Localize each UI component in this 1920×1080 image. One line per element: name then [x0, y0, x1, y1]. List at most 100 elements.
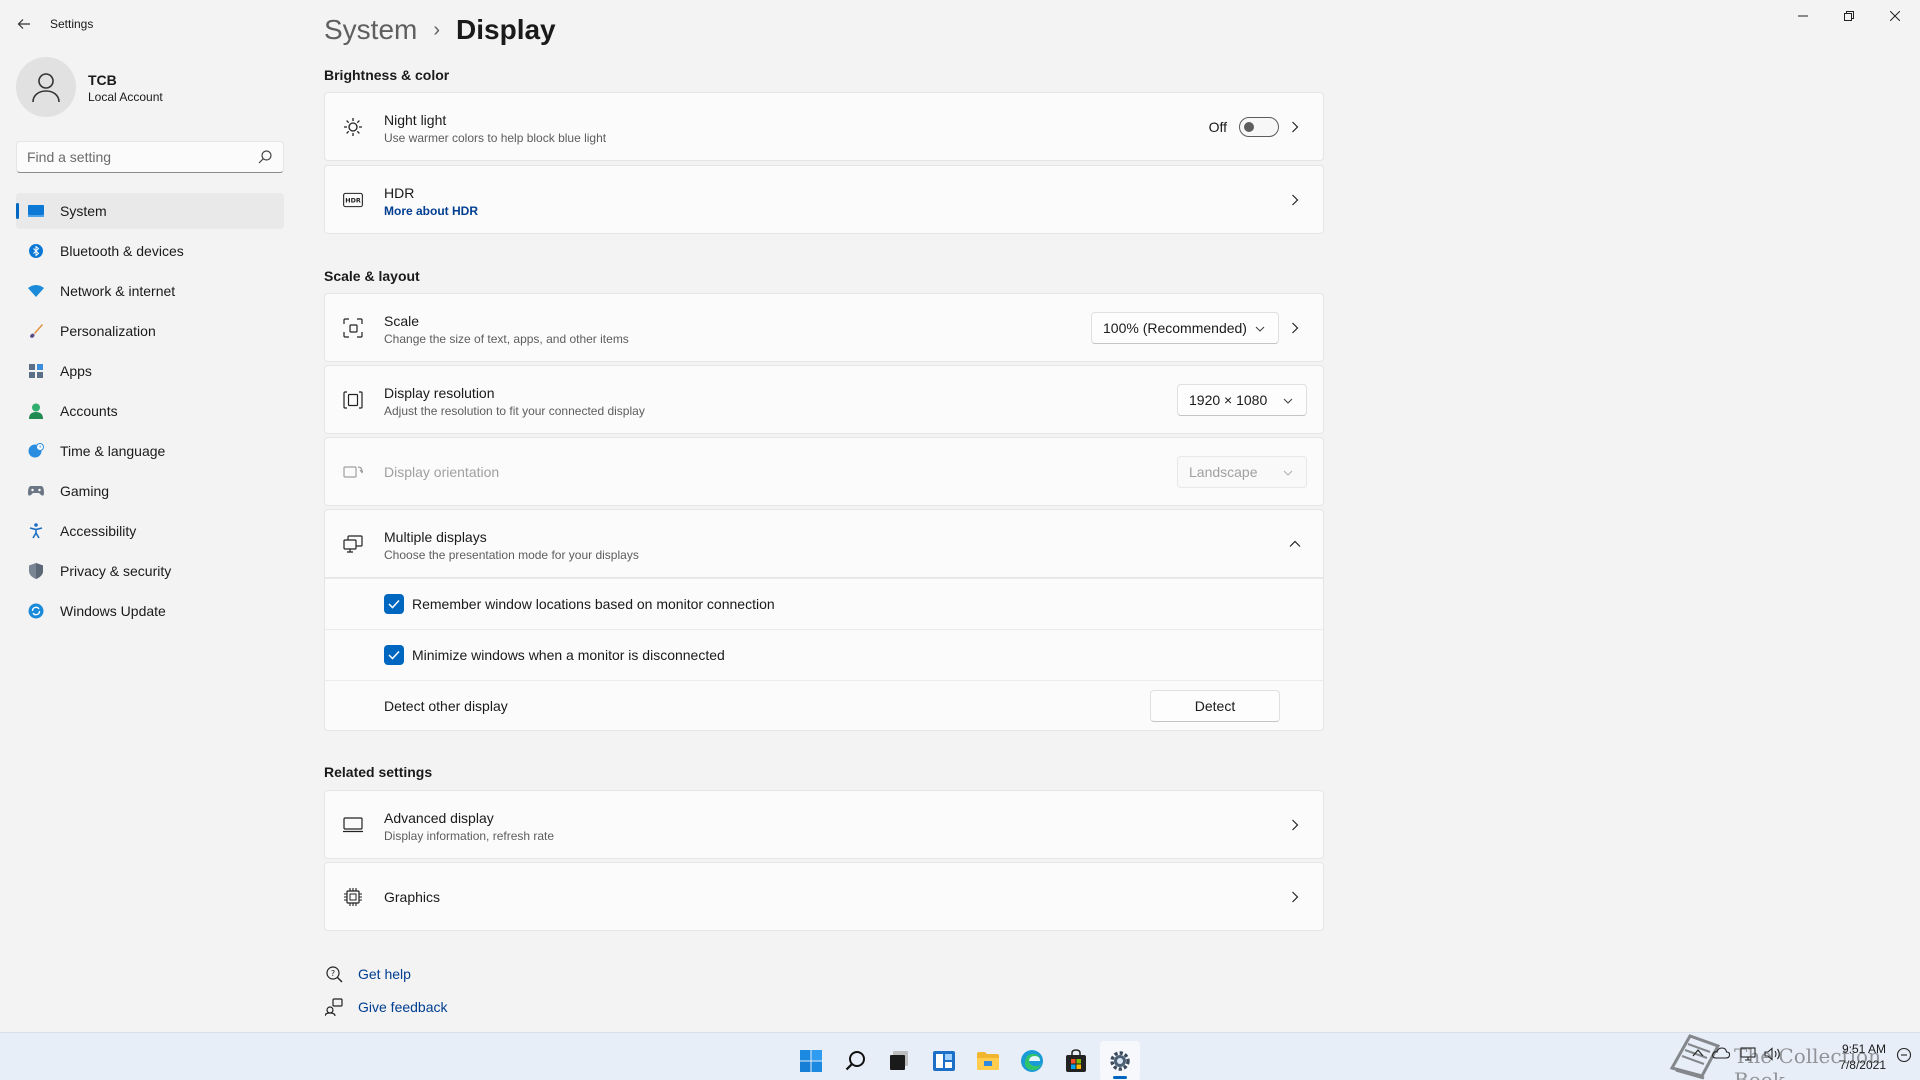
- chevron-right-icon[interactable]: [1289, 121, 1301, 133]
- advanced-display-row[interactable]: Advanced display Display information, re…: [324, 790, 1324, 859]
- hdr-title: HDR: [384, 185, 415, 201]
- sidebar-item-label: System: [60, 203, 107, 219]
- chevron-right-icon[interactable]: [1289, 819, 1301, 831]
- chevron-down-icon: [1283, 470, 1293, 476]
- chevron-right-icon[interactable]: [1289, 891, 1301, 903]
- taskbar-search-button[interactable]: [836, 1041, 876, 1080]
- chevron-right-icon[interactable]: [1289, 194, 1301, 206]
- toggle-knob: [1244, 122, 1254, 132]
- detect-other-display-label: Detect other display: [384, 698, 508, 714]
- file-explorer-button[interactable]: [968, 1041, 1008, 1080]
- sidebar-item-personalization[interactable]: Personalization: [16, 313, 284, 349]
- sidebar-item-label: Time & language: [60, 443, 166, 459]
- minimize-windows-checkbox[interactable]: [384, 645, 404, 665]
- give-feedback-link[interactable]: Give feedback: [324, 997, 448, 1017]
- chevron-down-icon: [1255, 326, 1265, 332]
- taskbar: 9:51 AM 7/8/2021: [0, 1032, 1920, 1080]
- minimize-button[interactable]: [1780, 0, 1826, 32]
- start-icon: [800, 1050, 822, 1072]
- search-icon[interactable]: [257, 149, 273, 165]
- feedback-icon: [324, 997, 344, 1017]
- night-light-state-label: Off: [1208, 119, 1227, 135]
- section-title-related: Related settings: [324, 764, 433, 780]
- minimize-windows-label[interactable]: Minimize windows when a monitor is disco…: [412, 647, 725, 663]
- orientation-dropdown[interactable]: Landscape: [1177, 456, 1307, 488]
- sidebar-item-windows-update[interactable]: Windows Update: [16, 593, 284, 629]
- sidebar-item-privacy-security[interactable]: Privacy & security: [16, 553, 284, 589]
- more-about-hdr-link[interactable]: More about HDR: [384, 204, 478, 218]
- search-input[interactable]: [17, 142, 247, 172]
- scale-row[interactable]: Scale Change the size of text, apps, and…: [324, 293, 1324, 362]
- sidebar-item-label: Personalization: [60, 323, 156, 339]
- breadcrumb: System › Display: [324, 10, 556, 50]
- night-light-row[interactable]: Night light Use warmer colors to help bl…: [324, 92, 1324, 161]
- sidebar-item-label: Privacy & security: [60, 563, 172, 579]
- multiple-displays-title: Multiple displays: [384, 529, 487, 545]
- give-feedback-label[interactable]: Give feedback: [358, 999, 448, 1015]
- back-button[interactable]: [10, 10, 38, 38]
- night-light-toggle[interactable]: [1239, 117, 1279, 137]
- close-button[interactable]: [1872, 0, 1918, 32]
- chevron-right-icon[interactable]: [1289, 322, 1301, 334]
- detect-button[interactable]: Detect: [1150, 690, 1280, 722]
- breadcrumb-parent[interactable]: System: [324, 14, 417, 46]
- chevron-up-icon[interactable]: [1289, 538, 1301, 550]
- sidebar-item-bluetooth[interactable]: Bluetooth & devices: [16, 233, 284, 269]
- widgets-button[interactable]: [924, 1041, 964, 1080]
- hdr-icon: HDR: [343, 190, 363, 210]
- multiple-displays-subtitle: Choose the presentation mode for your di…: [384, 548, 639, 562]
- update-icon: [28, 603, 44, 619]
- app-title: Settings: [50, 17, 94, 31]
- sidebar-item-apps[interactable]: Apps: [16, 353, 284, 389]
- night-light-title: Night light: [384, 112, 447, 128]
- start-button[interactable]: [791, 1041, 831, 1080]
- sidebar-item-label: Windows Update: [60, 603, 166, 619]
- monitor-icon: [343, 815, 363, 835]
- get-help-label[interactable]: Get help: [358, 966, 411, 982]
- hdr-row[interactable]: HDR HDR More about HDR: [324, 165, 1324, 234]
- sidebar-item-label: Gaming: [60, 483, 110, 499]
- edge-button[interactable]: [1012, 1041, 1052, 1080]
- sidebar-item-time-language[interactable]: Time & language: [16, 433, 284, 469]
- brush-icon: [28, 323, 44, 339]
- sidebar-item-label: Bluetooth & devices: [60, 243, 184, 259]
- orientation-dropdown-value: Landscape: [1189, 464, 1258, 480]
- person-icon: [28, 403, 44, 419]
- night-light-toggle-group: Off: [1209, 117, 1279, 137]
- store-button[interactable]: [1056, 1041, 1096, 1080]
- sidebar-item-system[interactable]: System: [16, 193, 284, 229]
- avatar[interactable]: [16, 57, 76, 117]
- graphics-row[interactable]: Graphics: [324, 862, 1324, 931]
- title-bar: Settings: [0, 0, 1920, 48]
- display-resolution-row: Display resolution Adjust the resolution…: [324, 365, 1324, 434]
- remember-windows-checkbox[interactable]: [384, 594, 404, 614]
- store-icon: [1066, 1049, 1086, 1072]
- advanced-display-title: Advanced display: [384, 810, 494, 826]
- remember-windows-label[interactable]: Remember window locations based on monit…: [412, 596, 775, 612]
- task-view-button[interactable]: [880, 1041, 920, 1080]
- restore-button[interactable]: [1826, 0, 1872, 32]
- book-logo-icon: [1669, 1034, 1721, 1080]
- user-profile[interactable]: TCB Local Account: [16, 57, 286, 117]
- sidebar-item-gaming[interactable]: Gaming: [16, 473, 284, 509]
- scale-subtitle: Change the size of text, apps, and other…: [384, 332, 629, 346]
- gamepad-icon: [28, 483, 44, 499]
- resolution-dropdown[interactable]: 1920 × 1080: [1177, 384, 1307, 416]
- sidebar-item-label: Apps: [60, 363, 92, 379]
- scale-dropdown[interactable]: 100% (Recommended): [1091, 312, 1279, 344]
- get-help-link[interactable]: ? Get help: [324, 964, 411, 984]
- sidebar-item-network[interactable]: Network & internet: [16, 273, 284, 309]
- system-icon: [28, 203, 44, 219]
- multiple-displays-row[interactable]: Multiple displays Choose the presentatio…: [324, 509, 1324, 578]
- accessibility-icon: [28, 523, 44, 539]
- globe-clock-icon: [28, 443, 44, 459]
- edge-icon: [1021, 1050, 1043, 1072]
- search-icon: [845, 1051, 865, 1071]
- settings-taskbar-button[interactable]: [1100, 1041, 1140, 1080]
- sidebar-item-label: Network & internet: [60, 283, 176, 299]
- sidebar-item-accounts[interactable]: Accounts: [16, 393, 284, 429]
- sidebar-item-accessibility[interactable]: Accessibility: [16, 513, 284, 549]
- search-box[interactable]: [16, 141, 284, 173]
- back-arrow-icon: [17, 19, 30, 29]
- resolution-dropdown-value: 1920 × 1080: [1189, 392, 1268, 408]
